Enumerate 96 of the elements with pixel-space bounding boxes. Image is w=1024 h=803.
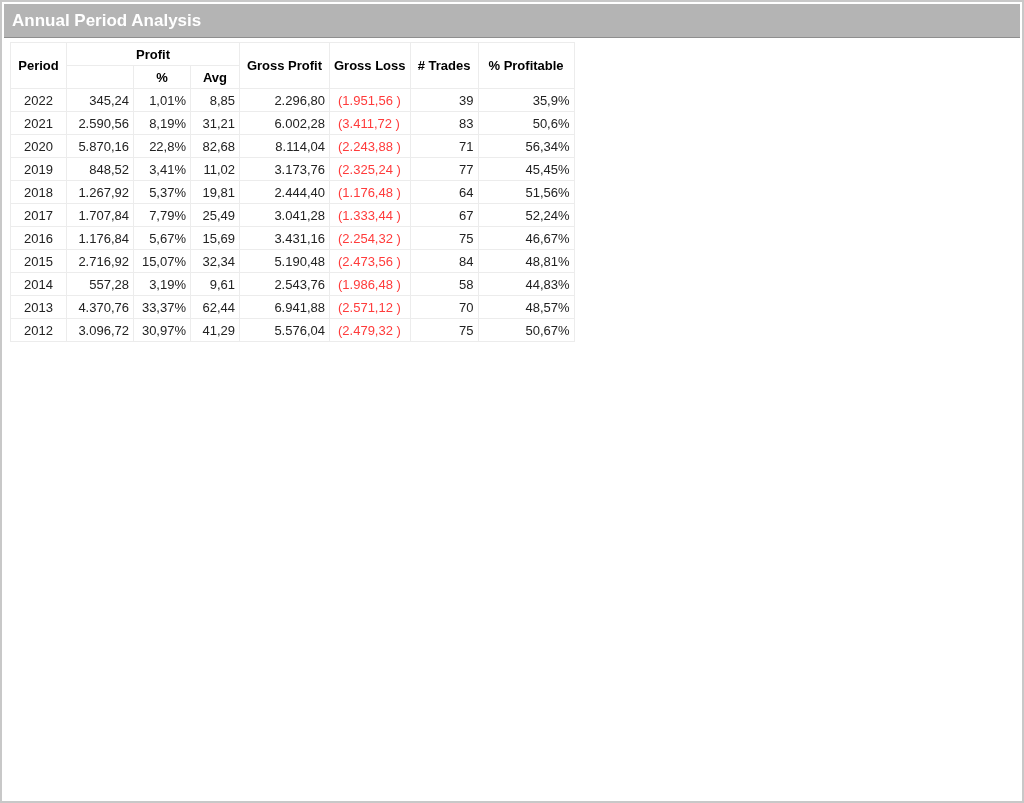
table-cell: 2021 <box>10 111 67 135</box>
table-cell: 5.576,04 <box>239 318 330 342</box>
column-header: Profit <box>66 42 240 66</box>
table-cell: 31,21 <box>190 111 240 135</box>
table-cell: 2.590,56 <box>66 111 134 135</box>
table-cell: 75 <box>410 226 479 250</box>
table-cell: 2013 <box>10 295 67 319</box>
table-cell: 44,83% <box>478 272 575 296</box>
table-cell: (1.986,48 ) <box>329 272 411 296</box>
table-cell: 15,07% <box>133 249 191 273</box>
table-cell: 30,97% <box>133 318 191 342</box>
table-cell: 4.370,76 <box>66 295 134 319</box>
table-cell: 50,6% <box>478 111 575 135</box>
table-cell: 19,81 <box>190 180 240 204</box>
table-cell: 2.716,92 <box>66 249 134 273</box>
table-cell: 2022 <box>10 88 67 112</box>
table-cell: (2.473,56 ) <box>329 249 411 273</box>
table-cell: 2020 <box>10 134 67 158</box>
table-cell: 2016 <box>10 226 67 250</box>
table-cell: (2.254,32 ) <box>329 226 411 250</box>
window-title: Annual Period Analysis <box>12 10 202 31</box>
table-cell: 3.173,76 <box>239 157 330 181</box>
table-cell: (1.951,56 ) <box>329 88 411 112</box>
table-cell: 345,24 <box>66 88 134 112</box>
table-cell: 2019 <box>10 157 67 181</box>
table-cell: 70 <box>410 295 479 319</box>
table-cell: 51,56% <box>478 180 575 204</box>
table-cell: 83 <box>410 111 479 135</box>
table-cell: (2.479,32 ) <box>329 318 411 342</box>
table-cell: 5,67% <box>133 226 191 250</box>
table-cell: 2017 <box>10 203 67 227</box>
table-cell: 15,69 <box>190 226 240 250</box>
table-cell: 82,68 <box>190 134 240 158</box>
table-cell: 8,19% <box>133 111 191 135</box>
table-cell: 2015 <box>10 249 67 273</box>
table-cell: 1.707,84 <box>66 203 134 227</box>
table-cell: 8,85 <box>190 88 240 112</box>
table-cell: 58 <box>410 272 479 296</box>
table-cell: 41,29 <box>190 318 240 342</box>
table-cell: 2018 <box>10 180 67 204</box>
table-cell: 64 <box>410 180 479 204</box>
table-cell: 62,44 <box>190 295 240 319</box>
table-cell: 3.431,16 <box>239 226 330 250</box>
table-cell: 6.941,88 <box>239 295 330 319</box>
table-cell: (2.243,88 ) <box>329 134 411 158</box>
column-header: % <box>133 65 191 89</box>
table-cell: 8.114,04 <box>239 134 330 158</box>
table-cell: 46,67% <box>478 226 575 250</box>
table-cell: 33,37% <box>133 295 191 319</box>
table-cell: 5.870,16 <box>66 134 134 158</box>
table-cell: 2014 <box>10 272 67 296</box>
table-cell: 52,24% <box>478 203 575 227</box>
table-cell: 9,61 <box>190 272 240 296</box>
table-cell: 2012 <box>10 318 67 342</box>
table-cell: 7,79% <box>133 203 191 227</box>
table-cell: 5.190,48 <box>239 249 330 273</box>
table-cell: 84 <box>410 249 479 273</box>
table-cell: 1.176,84 <box>66 226 134 250</box>
column-header: Gross Loss <box>329 42 411 89</box>
table-cell: 48,57% <box>478 295 575 319</box>
column-header: Period <box>10 42 67 89</box>
column-header: Gross Profit <box>239 42 330 89</box>
table-cell: 35,9% <box>478 88 575 112</box>
table-cell: 2.444,40 <box>239 180 330 204</box>
table-cell: 848,52 <box>66 157 134 181</box>
table-cell: 3,19% <box>133 272 191 296</box>
table-cell: (1.176,48 ) <box>329 180 411 204</box>
table-cell: 1.267,92 <box>66 180 134 204</box>
table-cell: 1,01% <box>133 88 191 112</box>
table-cell: 71 <box>410 134 479 158</box>
table-cell: 48,81% <box>478 249 575 273</box>
table-cell: 3.096,72 <box>66 318 134 342</box>
table-cell: 67 <box>410 203 479 227</box>
table-cell: 45,45% <box>478 157 575 181</box>
table-cell: 56,34% <box>478 134 575 158</box>
table-cell: 39 <box>410 88 479 112</box>
table-cell: 6.002,28 <box>239 111 330 135</box>
column-header: % Profitable <box>478 42 575 89</box>
table-cell: 5,37% <box>133 180 191 204</box>
table-cell: 32,34 <box>190 249 240 273</box>
column-header: # Trades <box>410 42 479 89</box>
table-cell: (2.571,12 ) <box>329 295 411 319</box>
table-cell: (1.333,44 ) <box>329 203 411 227</box>
table-cell: 25,49 <box>190 203 240 227</box>
table-cell: 3.041,28 <box>239 203 330 227</box>
table-cell: 50,67% <box>478 318 575 342</box>
table-cell: (3.411,72 ) <box>329 111 411 135</box>
table-cell: 75 <box>410 318 479 342</box>
table-cell: 22,8% <box>133 134 191 158</box>
table-cell: 77 <box>410 157 479 181</box>
table-cell: 11,02 <box>190 157 240 181</box>
table-cell: 2.296,80 <box>239 88 330 112</box>
table-cell: (2.325,24 ) <box>329 157 411 181</box>
table-cell: 2.543,76 <box>239 272 330 296</box>
table-cell: 3,41% <box>133 157 191 181</box>
table-cell: 557,28 <box>66 272 134 296</box>
